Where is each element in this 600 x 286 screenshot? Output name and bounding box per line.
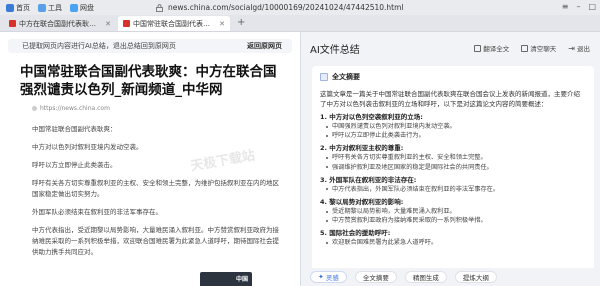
url-text: news.china.com/socialgd/10000169/2024102… <box>168 3 404 12</box>
article-paragraph: 中方代表指出，受近期黎以局势影响，大量难民涌入叙利亚。中方赞赏叙利亚政府为接纳难… <box>32 226 279 256</box>
ai-quick-actions: ✦ 灵感 全文摘要 精图生成 提炼大纲 <box>301 268 600 286</box>
section-bullet: 欢迎联合国难民署为此紧急人道呼吁。 <box>320 238 586 247</box>
section-bullet: 呼吁有关各方切实尊重叙利亚的主权、安全和领土完整。 <box>320 153 586 162</box>
tab-bar: 中方在联合国副代表耿爽：中… ✕ 中国常驻联合国副代表耿… ✕ + <box>0 15 600 32</box>
summary-section: 5. 国际社会的援助呼吁: 欢迎联合国难民署为此紧急人道呼吁。 <box>320 228 586 247</box>
summary-section: 4. 黎以局势对叙利亚的影响: 受近期黎以局势影响，大量难民涌入叙利亚。 中方赞… <box>320 197 586 225</box>
article-paragraph: 外国军队必须结束在叙利亚的非法军事存在。 <box>32 208 162 216</box>
tools-button[interactable]: 工具 <box>34 2 66 13</box>
section-title: 2. 中方对叙利亚主权的尊重: <box>320 144 404 153</box>
tab-title: 中国常驻联合国副代表耿… <box>133 19 217 28</box>
menu-icon[interactable]: ≡ <box>562 2 569 11</box>
new-tab-icon[interactable]: + <box>232 16 250 31</box>
toolbox-icon <box>38 3 46 12</box>
ai-notice-bar: 已提取网页内容进行AI总结，退出总结回到原网页 返回原网页 <box>8 39 292 53</box>
document-icon <box>320 73 328 81</box>
source-icon <box>32 106 37 111</box>
article-headline: 中国常驻联合国副代表耿爽：中方在联合国强烈谴责以色列_新闻频道_中华网 <box>20 64 277 98</box>
video-label: 中国 <box>235 276 248 283</box>
section-bullet: 强调维护叙利亚及地区国家的稳定是国际社会的共同责任。 <box>320 163 586 172</box>
sparkle-icon: ✦ <box>318 273 324 281</box>
section-title: 5. 国际社会的援助呼吁: <box>320 229 391 238</box>
ai-panel-actions: 翻译全文 清空聊天 ⇥ 退出 <box>474 43 590 53</box>
article-source: https://news.china.com <box>32 105 300 112</box>
inspiration-label: 灵感 <box>325 274 339 282</box>
home-button[interactable]: 首页 <box>2 2 34 13</box>
ai-panel-title: AI文件总结 <box>310 45 360 56</box>
close-tab-icon[interactable]: ✕ <box>105 20 111 28</box>
section-bullet: 中方赞赏叙利亚政府为接纳难民采取的一系列积极举措。 <box>320 216 586 225</box>
summary-section: 1. 中方对以色列空袭叙利亚的立场: 中国强烈谴责以色列对叙利亚境内发动空袭。 … <box>320 112 586 140</box>
tab-news-1[interactable]: 中方在联合国副代表耿爽：中… ✕ <box>4 16 116 31</box>
section-title: 4. 黎以局势对叙利亚的影响: <box>320 198 404 207</box>
minimize-icon[interactable]: – <box>576 2 580 11</box>
address-bar[interactable]: news.china.com/socialgd/10000169/2024102… <box>156 2 404 13</box>
ai-summary-panel: AI文件总结 翻译全文 清空聊天 ⇥ 退出 全文摘要 这篇文章是一篇关于中国常驻… <box>301 32 600 286</box>
tools-label: 工具 <box>48 3 62 12</box>
translate-icon <box>474 44 482 52</box>
clear-chat-icon <box>521 44 529 52</box>
home-label: 首页 <box>16 3 30 12</box>
top-toolbar: 首页 工具 网盘 news.china.com/socialgd/1000016… <box>0 0 600 15</box>
source-url[interactable]: https://news.china.com <box>40 105 110 112</box>
tab-news-2[interactable]: 中国常驻联合国副代表耿… ✕ <box>118 16 230 31</box>
article-paragraph: 呼吁有关各方切实尊重叙利亚的主权、安全和领土完整，为维护包括叙利亚在内的地区国家… <box>32 179 279 198</box>
section-title: 1. 中方对以色列空袭叙利亚的立场: <box>320 113 423 121</box>
outline-button[interactable]: 提炼大纲 <box>454 271 497 283</box>
clear-chat-button[interactable]: 清空聊天 <box>521 43 556 53</box>
section-bullet: 中国强烈谴责以色列对叙利亚境内发动空袭。 <box>320 122 586 131</box>
notice-text: 已提取网页内容进行AI总结，退出总结回到原网页 <box>22 42 176 50</box>
section-bullet: 中方代表指出，外国军队必须结束在叙利亚的非法军事存在。 <box>320 185 586 194</box>
site-favicon-icon <box>123 20 130 27</box>
close-tab-icon[interactable]: ✕ <box>219 20 225 28</box>
inspiration-button[interactable]: ✦ 灵感 <box>310 271 347 283</box>
translate-button[interactable]: 翻译全文 <box>474 43 509 53</box>
article-paragraph: 中国常驻联合国副代表耿爽： <box>32 125 117 133</box>
clear-chat-label: 清空聊天 <box>530 45 557 53</box>
summary-card: 全文摘要 这篇文章是一篇关于中国常驻联合国副代表耿爽在联合国会议上发表的新闻报道… <box>312 66 594 286</box>
summary-heading-label: 全文摘要 <box>332 73 360 81</box>
exit-button[interactable]: ⇥ 退出 <box>568 43 590 54</box>
full-summary-button[interactable]: 全文摘要 <box>354 271 397 283</box>
site-favicon-icon <box>9 20 16 27</box>
exit-label: 退出 <box>577 45 590 53</box>
tab-title: 中方在联合国副代表耿爽：中… <box>19 19 103 28</box>
summary-section: 3. 外国军队在叙利亚的非法存在: 中方代表指出，外国军队必须结束在叙利亚的非法… <box>320 175 586 194</box>
exit-icon: ⇥ <box>568 43 575 53</box>
translate-label: 翻译全文 <box>483 45 510 53</box>
lock-icon <box>156 3 163 12</box>
cloud-disk-label: 网盘 <box>80 3 94 12</box>
summary-intro: 这篇文章是一篇关于中国常驻联合国副代表耿爽在联合国会议上发表的新闻报道，主要介绍… <box>320 90 580 108</box>
section-title: 3. 外国军队在叙利亚的非法存在: <box>320 175 417 184</box>
cloud-disk-icon <box>70 3 78 12</box>
maximize-icon[interactable]: □ <box>588 2 596 11</box>
image-generate-button[interactable]: 精图生成 <box>404 271 447 283</box>
cloud-disk-button[interactable]: 网盘 <box>66 2 98 13</box>
home-icon <box>6 3 14 12</box>
article-page: 已提取网页内容进行AI总结，退出总结回到原网页 返回原网页 中国常驻联合国副代表… <box>0 32 300 286</box>
window-controls: ≡ – □ <box>562 2 596 11</box>
video-thumbnail[interactable]: 中国 <box>200 272 252 286</box>
summary-heading: 全文摘要 <box>320 72 586 82</box>
back-to-original-button[interactable]: 返回原网页 <box>247 41 282 51</box>
summary-section: 2. 中方对叙利亚主权的尊重: 呼吁有关各方切实尊重叙利亚的主权、安全和领土完整… <box>320 143 586 171</box>
section-bullet: 受近期黎以局势影响，大量难民涌入叙利亚。 <box>320 207 586 216</box>
section-bullet: 呼吁以方立即停止此类袭击行为。 <box>320 131 586 140</box>
